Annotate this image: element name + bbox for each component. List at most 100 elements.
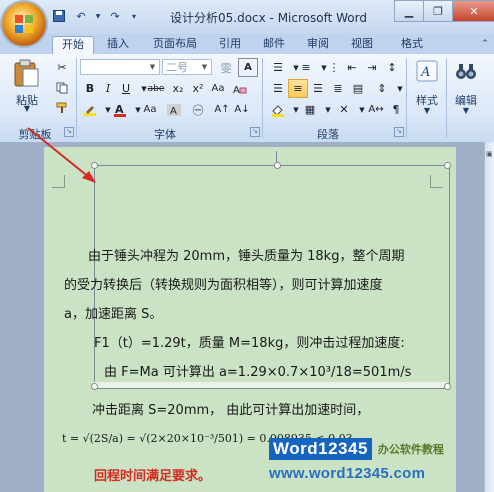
group-separator	[262, 58, 263, 138]
grow-font-icon[interactable]: A↑	[212, 100, 232, 119]
save-icon[interactable]	[50, 7, 68, 25]
customize-qat-icon[interactable]: ▾	[128, 7, 140, 25]
char-shading-icon[interactable]: A	[164, 100, 184, 119]
group-separator	[406, 58, 407, 138]
text-box-bottom-strip	[94, 382, 448, 388]
undo-icon[interactable]: ↶	[72, 7, 90, 25]
line-spacing-dropdown-icon[interactable]: ▼	[390, 79, 410, 98]
chinese-layout-icon[interactable]: ✕	[334, 100, 354, 119]
align-center-icon[interactable]: ≡	[288, 79, 308, 98]
undo-dropdown-icon[interactable]: ▼	[94, 7, 102, 25]
ribbon-help-icon[interactable]: ⌃	[478, 36, 492, 54]
font-launcher-icon[interactable]: ↘	[250, 127, 260, 137]
shading-icon[interactable]	[268, 100, 288, 119]
borders-icon[interactable]: ▦	[300, 100, 320, 119]
resize-handle[interactable]	[444, 162, 451, 169]
paragraph-group-label: 段落	[317, 128, 339, 141]
paste-dropdown-icon[interactable]: ▼	[8, 104, 46, 113]
binoculars-icon	[456, 64, 476, 79]
change-case-icon[interactable]: Aa	[208, 79, 228, 98]
show-marks-icon[interactable]: ¶	[386, 100, 406, 119]
justify-icon[interactable]: ≣	[328, 79, 348, 98]
font-name-combo[interactable]: ▼	[80, 59, 160, 75]
styles-dropdown-icon[interactable]: ▼	[410, 106, 444, 115]
office-logo-icon	[15, 15, 33, 33]
group-separator	[446, 58, 447, 138]
increase-indent-icon[interactable]: ⇥	[362, 58, 382, 77]
bullets-icon[interactable]: ☰	[268, 58, 288, 77]
watermark: Word12345 办公软件教程 www.word12345.com	[263, 432, 494, 492]
align-right-icon[interactable]: ☰	[308, 79, 328, 98]
editing-button[interactable]: 编辑 ▼	[450, 58, 482, 128]
format-painter-icon[interactable]	[52, 98, 72, 117]
italic-button[interactable]: I	[98, 79, 118, 98]
styles-icon: A	[416, 60, 438, 82]
sort-icon[interactable]: ↕	[382, 58, 402, 77]
body-paragraph: 由 F=Ma 可计算出 a=1.29×0.7×10³/18=501m/s	[104, 365, 412, 380]
grow-shrink-font-icon[interactable]: Aa	[140, 100, 160, 119]
quick-access-toolbar: ↶ ▼ ↷ ▾	[50, 7, 140, 25]
close-button[interactable]: ✕	[452, 0, 494, 22]
multilevel-list-icon[interactable]: ⋮	[324, 58, 344, 77]
body-paragraph: F1（t）=1.29t，质量 M=18kg，则冲击过程加速度:	[94, 336, 405, 351]
minimize-button[interactable]: ▁	[394, 0, 424, 22]
underline-button[interactable]: U	[116, 79, 136, 98]
office-button[interactable]	[2, 2, 46, 46]
font-name-dropdown-icon[interactable]: ▼	[147, 61, 158, 73]
ruler-toggle-icon[interactable]: ▣	[486, 150, 493, 160]
cut-icon[interactable]: ✂	[52, 58, 72, 77]
font-color-icon[interactable]: A	[110, 100, 130, 119]
ribbon-tabs: 开始 插入 页面布局 引用 邮件 审阅 视图 格式 ⌃	[0, 34, 494, 55]
tab-mailings[interactable]: 邮件	[256, 36, 292, 54]
body-paragraph: 的受力转换后（转换规则为面积相等），则可计算加速度	[64, 278, 383, 293]
char-border-icon[interactable]: A	[238, 58, 258, 77]
enclose-char-icon[interactable]: ㊀	[188, 100, 208, 119]
phonetic-guide-icon[interactable]: 雯	[216, 58, 236, 77]
tab-insert[interactable]: 插入	[100, 36, 136, 54]
rotation-stem	[276, 151, 277, 163]
decrease-indent-icon[interactable]: ⇤	[342, 58, 362, 77]
tab-page-layout[interactable]: 页面布局	[144, 36, 206, 54]
tab-review[interactable]: 审阅	[300, 36, 336, 54]
bold-button[interactable]: B	[80, 79, 100, 98]
editing-dropdown-icon[interactable]: ▼	[450, 106, 482, 115]
superscript-button[interactable]: x²	[188, 79, 208, 98]
distributed-icon[interactable]: ▤	[348, 79, 368, 98]
line-spacing-icon[interactable]: ⇕	[372, 79, 392, 98]
watermark-url: www.word12345.com	[269, 465, 426, 482]
watermark-brand: Word12345	[269, 438, 372, 460]
text-effects-icon[interactable]	[80, 100, 100, 119]
paste-button[interactable]: 粘贴 ▼	[8, 58, 46, 113]
watermark-tagline: 办公软件教程	[377, 443, 444, 456]
copy-icon[interactable]	[52, 78, 72, 97]
redo-icon[interactable]: ↷	[106, 7, 124, 25]
clear-formatting-icon[interactable]: A	[230, 79, 250, 98]
conclusion-text: 回程时间满足要求。	[94, 469, 212, 484]
svg-text:A: A	[233, 85, 240, 95]
subscript-button[interactable]: x₂	[168, 79, 188, 98]
strikethrough-button[interactable]: abe	[146, 79, 166, 98]
tab-references[interactable]: 引用	[212, 36, 248, 54]
restore-button[interactable]: ❐	[423, 0, 453, 22]
window-controls: ▁ ❐ ✕	[394, 0, 494, 22]
align-left-icon[interactable]: ☰	[268, 79, 288, 98]
font-group-label: 字体	[154, 128, 176, 141]
tab-format[interactable]: 格式	[394, 36, 430, 54]
resize-handle[interactable]	[274, 162, 281, 169]
font-size-dropdown-icon[interactable]: ▼	[199, 61, 210, 73]
body-paragraph: 冲击距离 S=20mm， 由此可计算出加速时间，	[92, 403, 370, 418]
resize-handle[interactable]	[91, 383, 98, 390]
svg-text:A: A	[170, 106, 177, 116]
tab-view[interactable]: 视图	[344, 36, 380, 54]
shrink-font-icon[interactable]: A↓	[232, 100, 252, 119]
tab-home[interactable]: 开始	[52, 36, 94, 55]
char-scaling-icon[interactable]: A↔	[366, 100, 386, 119]
paragraph-launcher-icon[interactable]: ↘	[394, 127, 404, 137]
numbering-icon[interactable]: ≡	[296, 58, 316, 77]
body-paragraph: a，加速距离 S。	[64, 307, 163, 322]
resize-handle[interactable]	[444, 383, 451, 390]
svg-text:A: A	[420, 65, 430, 80]
font-size-combo[interactable]: 二号 ▼	[162, 59, 212, 75]
styles-button[interactable]: A 样式 ▼	[410, 58, 444, 128]
red-arrow-icon	[27, 127, 96, 183]
